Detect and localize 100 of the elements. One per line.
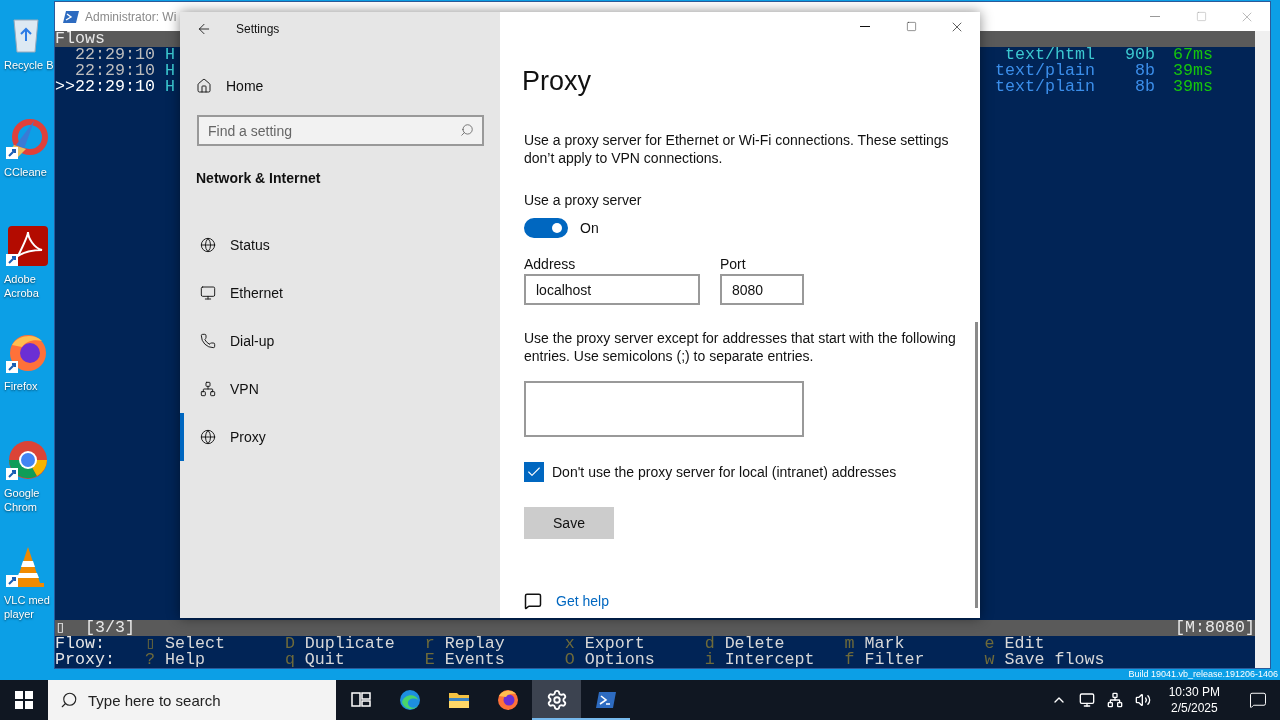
clock-time: 10:30 PM <box>1168 684 1220 700</box>
toggle-label: Use a proxy server <box>524 192 643 208</box>
clock[interactable]: 10:30 PM 2/5/2025 <box>1160 684 1228 716</box>
firefox-icon <box>495 688 520 712</box>
checkbox-label: Don't use the proxy server for local (intranet) addresses <box>552 464 897 480</box>
page-title: Proxy <box>522 66 593 97</box>
flow-time[interactable]: 22:29:10 <box>55 63 155 79</box>
key-action: Mark <box>864 636 905 652</box>
key-action: Duplicate <box>304 636 395 652</box>
taskbar-app[interactable] <box>532 680 581 720</box>
chat-icon <box>524 592 542 610</box>
key-hint: w <box>984 652 995 668</box>
flow-size: 8b <box>1134 79 1156 95</box>
globe-icon <box>200 237 216 253</box>
network-icon <box>200 381 216 397</box>
key-action: Select <box>164 636 225 652</box>
key-hint: D <box>284 636 295 652</box>
phone-icon <box>200 333 216 349</box>
port-field[interactable]: 8080 <box>720 274 804 305</box>
address-field[interactable]: localhost <box>524 274 700 305</box>
flow-method: H <box>164 47 175 63</box>
key-action: Intercept <box>724 652 815 668</box>
windows-logo-icon <box>15 691 33 709</box>
gear-icon <box>545 689 568 711</box>
content-type: text/plain <box>995 63 1096 79</box>
key-hint: e <box>984 636 995 652</box>
build-text: Build 19041.vb_release.191206-1406 <box>1128 669 1278 680</box>
powershell-icon <box>63 8 79 25</box>
description: Use a proxy server for Ethernet or Wi-Fi connections. These settings don’t apply to VPN connections. <box>524 131 950 167</box>
clock-date: 2/5/2025 <box>1170 700 1218 716</box>
monitor-icon <box>1078 692 1095 708</box>
nav-item[interactable]: Status <box>180 221 500 269</box>
home-icon <box>196 78 212 94</box>
key-hint: ? <box>144 652 155 668</box>
home-link[interactable]: Home <box>180 46 500 94</box>
flow-time[interactable]: 22:29:10 <box>55 47 155 63</box>
minimize-icon <box>860 26 870 27</box>
flow-method: H <box>164 63 175 79</box>
maximize-icon <box>1195 11 1207 22</box>
search-icon <box>460 123 474 137</box>
keybinding-group: Flow: <box>55 636 145 652</box>
window-title: Administrator: Wi <box>85 9 177 24</box>
key-action: Quit <box>304 652 345 668</box>
key-hint: O <box>564 652 575 668</box>
key-action: Edit <box>1004 636 1045 652</box>
speaker-icon <box>1134 692 1151 708</box>
scrollbar[interactable] <box>1255 31 1270 668</box>
flow-time[interactable]: >>22:29:10 <box>55 79 155 95</box>
flow-method: H <box>164 79 175 95</box>
key-hint: m <box>844 636 855 652</box>
key-action: Replay <box>444 636 505 652</box>
broom-icon <box>4 117 48 161</box>
exceptions-field[interactable] <box>524 381 804 437</box>
content-type: text/html <box>1005 47 1096 63</box>
flow-size: 90b <box>1124 47 1156 63</box>
nav-item[interactable]: Dial-up <box>180 317 500 365</box>
key-action: Filter <box>864 652 925 668</box>
checkbox[interactable] <box>524 462 544 482</box>
flow-size: 8b <box>1134 63 1156 79</box>
key-hint: x <box>564 636 575 652</box>
key-action: Export <box>584 636 645 652</box>
key-action: Events <box>444 652 505 668</box>
nav-item[interactable]: Ethernet <box>180 269 500 317</box>
search-icon <box>60 691 78 709</box>
monitor-icon <box>200 285 216 301</box>
save-button[interactable]: Save <box>524 507 614 539</box>
pdf-app-icon <box>4 224 48 268</box>
nav-item[interactable]: VPN <box>180 365 500 413</box>
key-hint: i <box>704 652 715 668</box>
exceptions-description: Use the proxy server except for addresses that start with the following entries. Use semicolons (;) to separate entries. <box>524 329 957 365</box>
key-hint: ▯ <box>144 636 155 652</box>
key-action: Save flows <box>1004 652 1105 668</box>
key-hint: E <box>424 652 435 668</box>
toggle-switch[interactable] <box>524 218 568 238</box>
minimize-icon <box>1150 16 1160 17</box>
toggle-state: On <box>580 220 599 236</box>
key-hint: r <box>424 636 435 652</box>
help-link[interactable]: Get help <box>556 593 609 609</box>
content-type: text/plain <box>995 79 1096 95</box>
search-field[interactable]: Find a setting <box>197 115 484 146</box>
key-action: Delete <box>724 636 785 652</box>
taskbar-search-field[interactable]: Type here to search <box>48 680 336 720</box>
flow-duration: 67ms <box>1172 47 1213 63</box>
keybinding-group: Proxy: <box>55 652 145 668</box>
field-label: Address <box>524 256 577 272</box>
key-hint: q <box>284 652 295 668</box>
key-action: Options <box>584 652 655 668</box>
section-heading: Network & Internet <box>195 169 322 186</box>
field-label: Port <box>720 256 747 272</box>
scrollbar[interactable] <box>975 322 978 608</box>
key-hint: f <box>844 652 855 668</box>
back-button[interactable] <box>196 21 212 37</box>
notification-icon <box>1249 691 1267 709</box>
chrome-icon <box>4 438 48 482</box>
flow-duration: 39ms <box>1172 79 1213 95</box>
key-hint: d <box>704 636 715 652</box>
globe-icon <box>200 429 216 445</box>
status-right: [M:8080] <box>1175 620 1255 636</box>
network-icon <box>1106 692 1123 708</box>
key-action: Help <box>164 652 205 668</box>
